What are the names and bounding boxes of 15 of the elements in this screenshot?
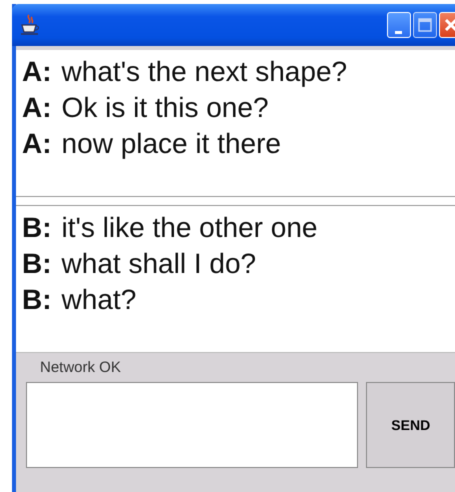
status-label: Network OK [40, 359, 122, 376]
chat-message: B: what shall I do? [22, 248, 258, 280]
close-icon [444, 18, 455, 32]
message-input-field[interactable] [26, 382, 358, 468]
chat-message: A: what's the next shape? [22, 56, 348, 88]
minimize-button[interactable] [387, 12, 411, 38]
maximize-icon [418, 18, 432, 32]
chat-message: B: it's like the other one [22, 212, 318, 244]
minimize-icon [395, 29, 403, 37]
chat-message: B: what? [22, 284, 138, 316]
chat-message: A: Ok is it this one? [22, 92, 270, 124]
chat-message: A: now place it there [22, 128, 282, 160]
send-button[interactable]: SEND [366, 382, 455, 468]
maximize-button[interactable] [413, 12, 437, 38]
coffee-cup-icon [20, 14, 40, 36]
